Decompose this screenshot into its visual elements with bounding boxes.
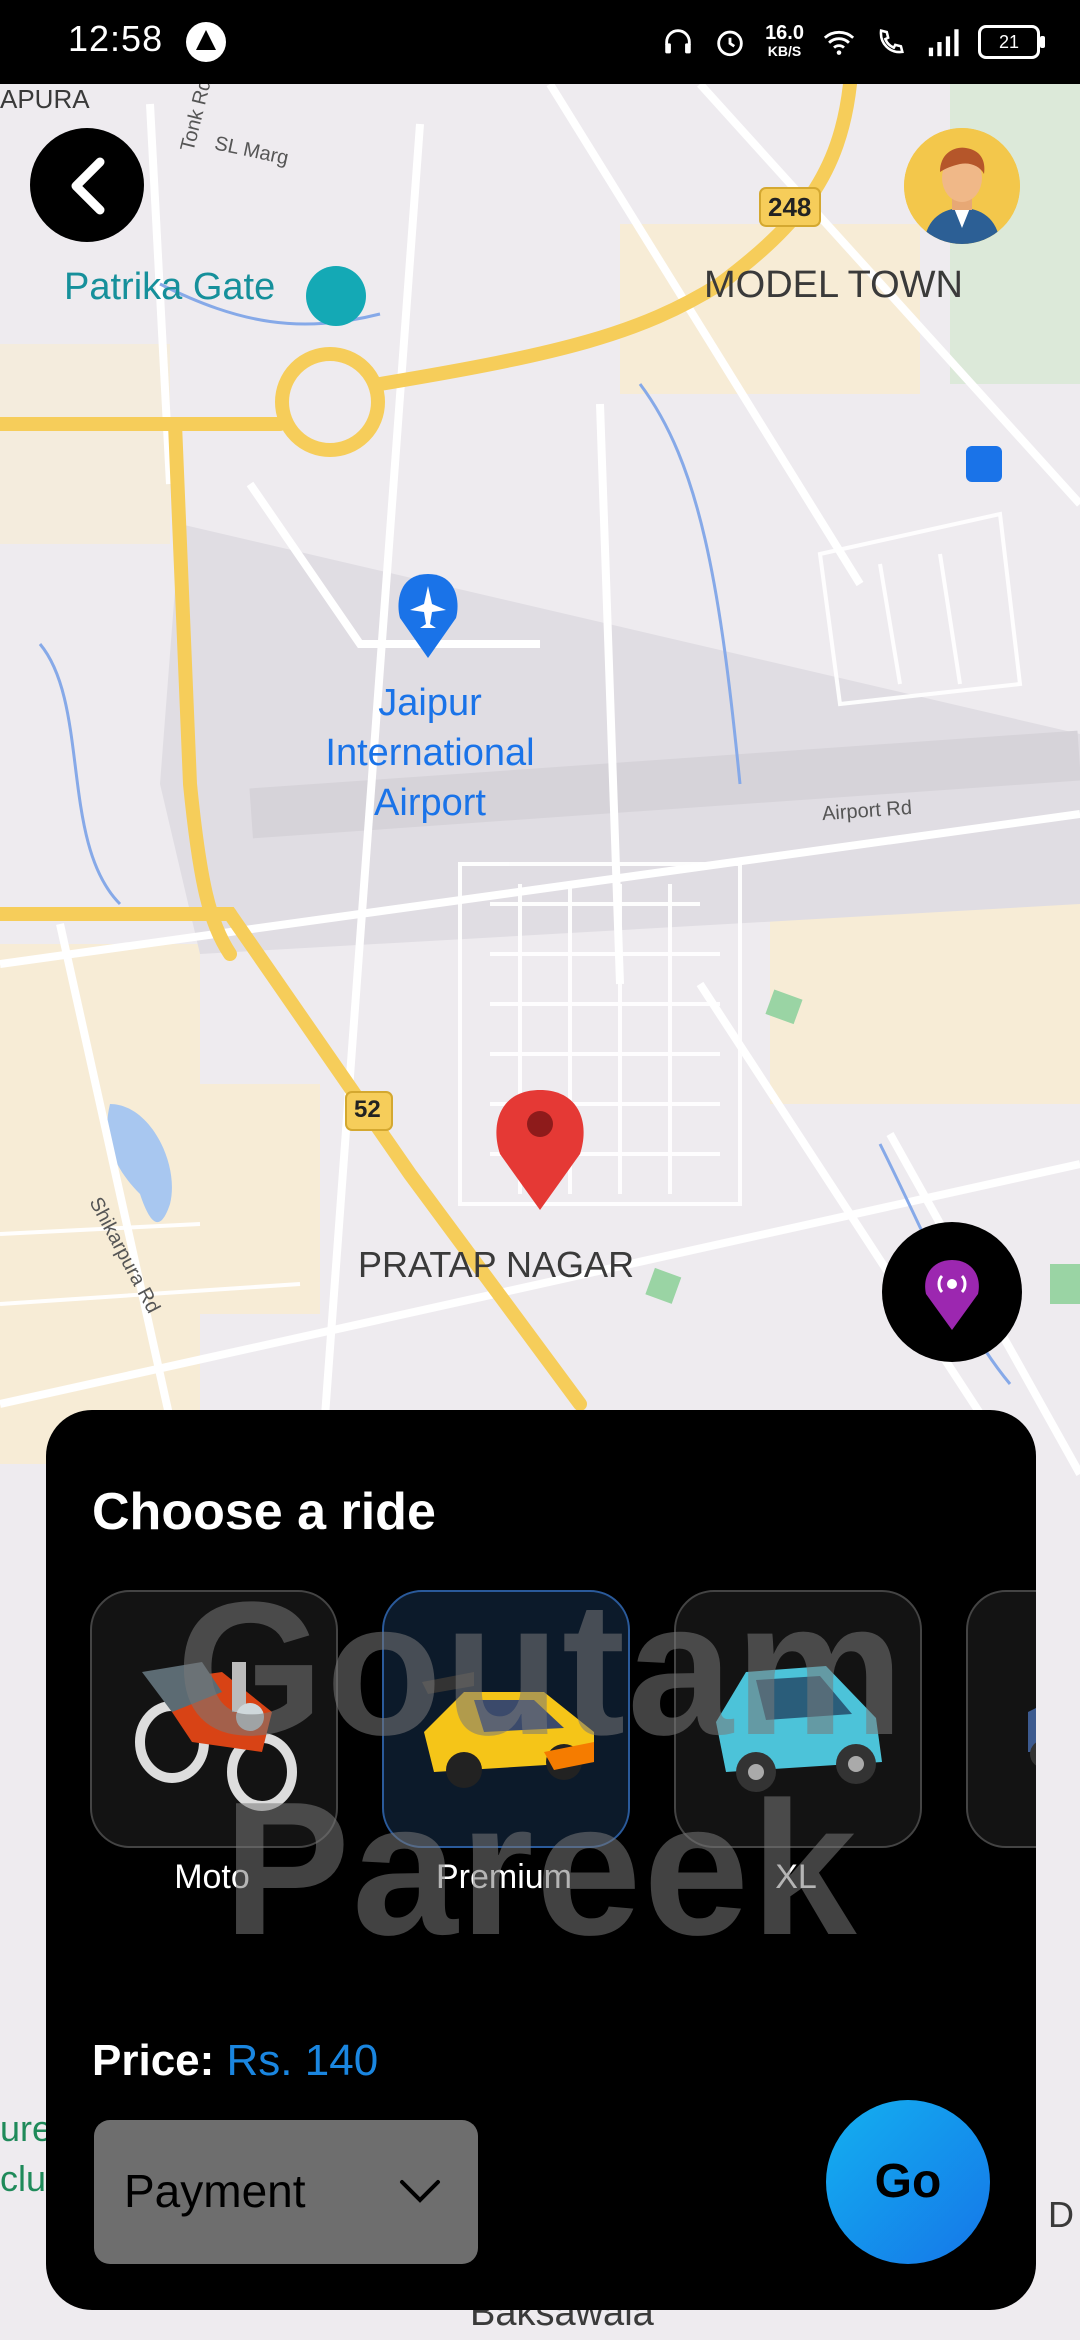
go-button[interactable]: Go xyxy=(826,2100,990,2264)
net-speed: 16.0 KB/S xyxy=(765,22,804,59)
map-label-left-clu: clu xyxy=(0,2158,47,2199)
location-pin-button[interactable] xyxy=(882,1222,1022,1362)
signal-icon xyxy=(928,29,959,57)
back-arrow-icon xyxy=(71,157,105,215)
route-52-shield: 52 xyxy=(354,1096,381,1123)
headphones-icon xyxy=(665,29,691,54)
map-label-patrika-gate[interactable]: Patrika Gate xyxy=(64,266,275,309)
map-label-model-town: MODEL TOWN xyxy=(704,264,963,306)
watermark-line1: Goutam xyxy=(176,1563,906,1775)
ride-panel: Choose a ride Moto Premium XL Goutam Par… xyxy=(46,1410,1036,2310)
price-value: Rs. 140 xyxy=(226,2036,379,2085)
map-label-apura: APURA xyxy=(0,84,90,114)
map-label-airport[interactable]: Jaipur International Airport xyxy=(300,678,560,828)
wifi-call-icon xyxy=(879,29,904,54)
payment-dropdown[interactable]: Payment xyxy=(94,2120,478,2264)
battery-icon: 21 xyxy=(978,25,1045,59)
wifi-icon xyxy=(823,30,855,55)
watermark-line2: Pareek xyxy=(223,1763,859,1975)
map-label-right-d: l D xyxy=(1030,2194,1074,2235)
status-icons: 16.0 KB/S 21 xyxy=(661,16,1045,68)
status-time: 12:58 xyxy=(68,18,164,59)
user-avatar-icon xyxy=(904,128,1020,244)
back-button[interactable] xyxy=(30,128,144,242)
payment-label: Payment xyxy=(124,2165,306,2217)
alarm-icon xyxy=(717,30,743,57)
map-label-pratap-nagar: PRATAP NAGAR xyxy=(358,1244,635,1285)
price-row: Price: Rs. 140 xyxy=(92,2036,378,2086)
app-notification-icon xyxy=(186,22,226,62)
map-label-left-ure: ure xyxy=(0,2108,53,2149)
broadcast-location-icon xyxy=(925,1260,979,1330)
route-248-shield: 248 xyxy=(768,192,812,222)
status-bar: 12:58 16.0 KB/S 21 xyxy=(0,0,1080,84)
avatar[interactable] xyxy=(904,128,1020,244)
chevron-down-icon xyxy=(400,2180,440,2203)
panel-title: Choose a ride xyxy=(92,1483,436,1541)
price-label: Price: xyxy=(92,2036,215,2085)
